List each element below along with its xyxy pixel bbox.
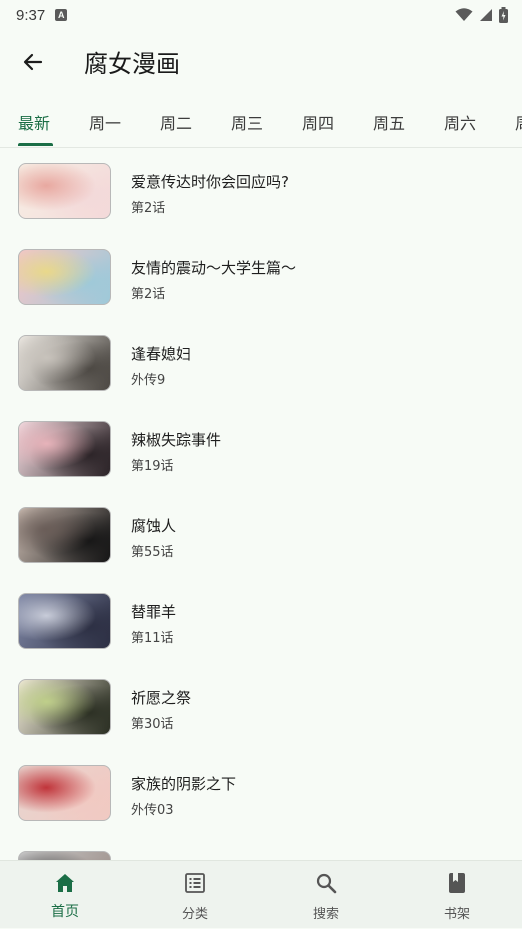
tab-wednesday[interactable]: 周三 <box>231 110 263 134</box>
tab-sunday[interactable]: 周日 <box>515 110 522 134</box>
comic-title: 逢春媳妇 <box>131 345 192 363</box>
comic-cover-thumbnail[interactable] <box>18 851 111 860</box>
nav-bookshelf-label: 书架 <box>443 907 470 922</box>
status-bar: 9:37 A <box>0 0 522 30</box>
nav-search-label: 搜索 <box>312 907 339 922</box>
tab-latest[interactable]: 最新 <box>18 110 50 134</box>
comic-title: 友情的震动～大学生篇～ <box>131 259 297 277</box>
comic-list-item[interactable]: 腐蚀人第55话 <box>0 493 522 579</box>
comic-cover-thumbnail[interactable] <box>18 335 111 391</box>
home-icon <box>56 874 74 892</box>
comic-title: 家族的阴影之下 <box>131 775 237 793</box>
comic-chapter: 第19话 <box>131 459 174 474</box>
app-bar: 腐女漫画 <box>0 30 522 92</box>
comic-title: 替罪羊 <box>131 603 177 621</box>
comic-cover-thumbnail[interactable] <box>18 249 111 305</box>
bookshelf-icon <box>449 873 465 893</box>
search-icon <box>316 873 337 894</box>
nav-category-label: 分类 <box>181 907 208 922</box>
tab-saturday[interactable]: 周六 <box>444 110 476 134</box>
comic-list[interactable]: 爱意传达时你会回应吗? 第2话 友情的震动～大学生篇～ 第2话 逢春媳妇 外传9 辣椒失踪事… <box>0 149 522 860</box>
notification-icon: A <box>55 9 68 21</box>
nav-search[interactable]: 搜索 <box>261 861 391 929</box>
comic-chapter: 第11话 <box>131 631 174 646</box>
comic-chapter: 第2话 <box>131 287 166 302</box>
page-title: 腐女漫画 <box>84 50 180 78</box>
comic-chapter: 第55话 <box>131 545 174 560</box>
comic-list-item[interactable]: 祈愿之祭第30话 <box>0 665 522 751</box>
tab-indicator <box>18 143 53 146</box>
tab-tuesday[interactable]: 周二 <box>160 110 192 134</box>
weekday-tabs: 最新 周一 周二 周三 周四 周五 周六 周日 <box>0 98 522 148</box>
arrow-left-icon <box>23 53 43 71</box>
comic-chapter: 第30话 <box>131 717 174 732</box>
comic-cover-thumbnail[interactable] <box>18 679 111 735</box>
comic-cover-thumbnail[interactable] <box>18 593 111 649</box>
comic-cover-thumbnail[interactable] <box>18 765 111 821</box>
comic-title: 辣椒失踪事件 <box>131 431 222 449</box>
comic-list-item[interactable] <box>0 837 522 860</box>
comic-title: 祈愿之祭 <box>131 689 192 707</box>
tab-thursday[interactable]: 周四 <box>302 110 334 134</box>
comic-cover-thumbnail[interactable] <box>18 163 111 219</box>
wifi-icon <box>455 8 473 21</box>
comic-chapter: 外传03 <box>131 803 174 818</box>
comic-list-item[interactable]: 家族的阴影之下 外传03 <box>0 751 522 837</box>
comic-title: 腐蚀人 <box>131 517 177 535</box>
list-icon <box>185 873 205 893</box>
comic-list-item[interactable]: 友情的震动～大学生篇～ 第2话 <box>0 235 522 321</box>
comic-list-item[interactable]: 逢春媳妇外传9 <box>0 321 522 407</box>
nav-category[interactable]: 分类 <box>130 861 260 929</box>
comic-list-item[interactable]: 爱意传达时你会回应吗? 第2话 <box>0 149 522 235</box>
comic-cover-thumbnail[interactable] <box>18 507 111 563</box>
comic-chapter: 第2话 <box>131 201 166 216</box>
bottom-nav: 首页 分类 搜索 书架 <box>0 860 522 928</box>
status-icons <box>455 7 508 23</box>
signal-icon <box>480 9 492 21</box>
nav-bookshelf[interactable]: 书架 <box>392 861 522 929</box>
comic-cover-thumbnail[interactable] <box>18 421 111 477</box>
battery-icon <box>499 7 508 23</box>
tab-friday[interactable]: 周五 <box>373 110 405 134</box>
comic-chapter: 外传9 <box>131 373 166 388</box>
comic-list-item[interactable]: 替罪羊第11话 <box>0 579 522 665</box>
comic-title: 爱意传达时你会回应吗? <box>131 173 289 191</box>
status-time: 9:37 <box>16 6 46 24</box>
comic-list-item[interactable]: 辣椒失踪事件 第19话 <box>0 407 522 493</box>
back-button[interactable] <box>18 47 48 77</box>
nav-home[interactable]: 首页 <box>0 861 130 929</box>
nav-home-label: 首页 <box>51 904 79 920</box>
tab-monday[interactable]: 周一 <box>89 110 121 134</box>
